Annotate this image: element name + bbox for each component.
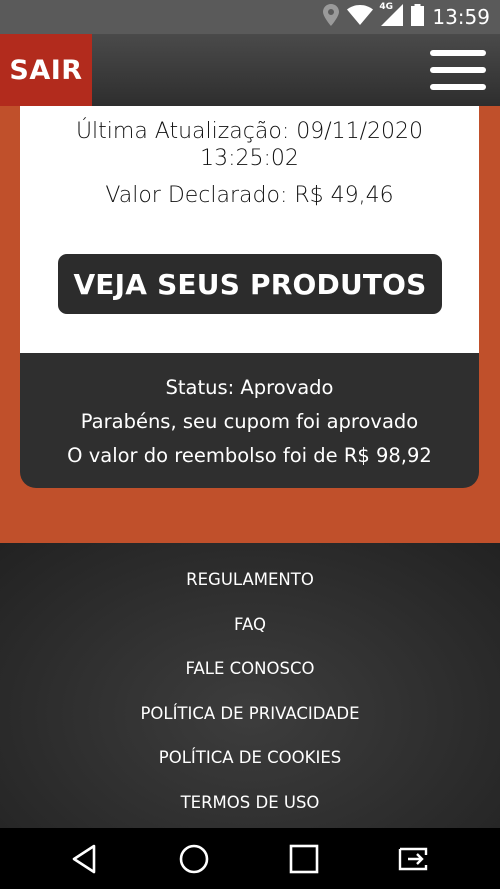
system-nav-bar bbox=[0, 828, 500, 889]
approval-message: Parabéns, seu cupom foi aprovado bbox=[80, 410, 419, 433]
footer-link-cookies[interactable]: POLÍTICA DE COOKIES bbox=[0, 748, 500, 767]
exit-button-label: SAIR bbox=[9, 54, 83, 86]
last-update-time: 13:25:02 bbox=[200, 146, 299, 171]
footer-link-privacy[interactable]: POLÍTICA DE PRIVACIDADE bbox=[0, 704, 500, 723]
status-bar: 4G 13:59 bbox=[0, 0, 500, 34]
footer-link-terms[interactable]: TERMOS DE USO bbox=[0, 793, 500, 812]
status-panel: Status: Aprovado Parabéns, seu cupom foi… bbox=[20, 353, 479, 488]
refund-value: O valor do reembolso foi de R$ 98,92 bbox=[67, 444, 432, 467]
status-text: Status: Aprovado bbox=[165, 376, 334, 399]
screen-cast-icon[interactable] bbox=[394, 840, 434, 878]
footer-link-faq[interactable]: FAQ bbox=[0, 615, 500, 634]
view-products-button[interactable]: VEJA SEUS PRODUTOS bbox=[58, 254, 442, 314]
status-clock: 13:59 bbox=[432, 5, 490, 29]
coupon-card: Última Atualização: 09/11/2020 13:25:02 … bbox=[20, 106, 479, 353]
footer-link-regulamento[interactable]: REGULAMENTO bbox=[0, 570, 500, 589]
app-header: SAIR bbox=[0, 34, 500, 106]
last-update-date: Última Atualização: 09/11/2020 bbox=[75, 119, 424, 144]
back-icon[interactable] bbox=[64, 840, 104, 878]
recents-icon[interactable] bbox=[284, 840, 324, 878]
location-icon bbox=[323, 4, 340, 30]
declared-value: Valor Declarado: R$ 49,46 bbox=[105, 183, 394, 208]
footer: REGULAMENTO FAQ FALE CONOSCO POLÍTICA DE… bbox=[0, 543, 500, 828]
footer-link-fale-conosco[interactable]: FALE CONOSCO bbox=[0, 659, 500, 678]
clipped-text-remnant bbox=[20, 98, 479, 104]
exit-button[interactable]: SAIR bbox=[0, 34, 92, 106]
view-products-button-label: VEJA SEUS PRODUTOS bbox=[73, 267, 427, 301]
hamburger-menu-icon[interactable] bbox=[430, 50, 486, 90]
home-icon[interactable] bbox=[174, 840, 214, 878]
wifi-icon bbox=[347, 5, 374, 29]
main-content: Última Atualização: 09/11/2020 13:25:02 … bbox=[0, 106, 500, 543]
network-type-label: 4G bbox=[379, 2, 394, 12]
signal-icon: 4G bbox=[379, 2, 404, 30]
battery-icon bbox=[411, 4, 425, 30]
